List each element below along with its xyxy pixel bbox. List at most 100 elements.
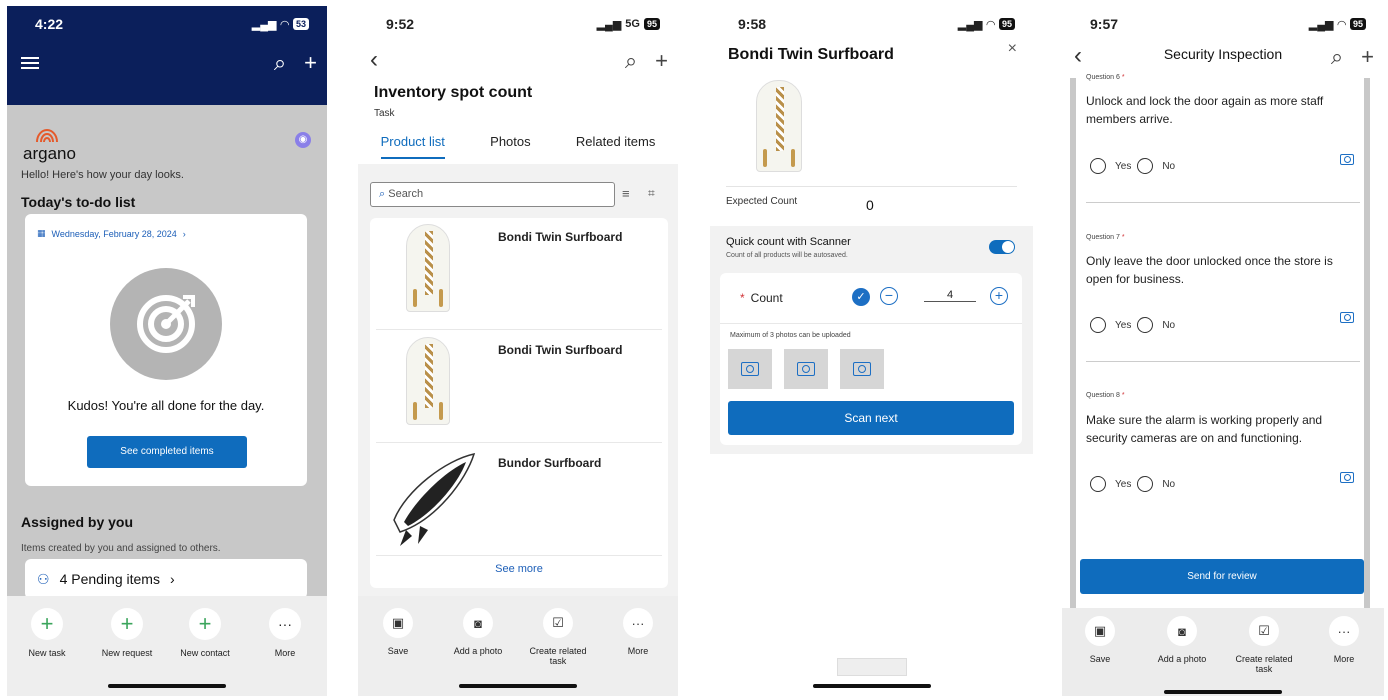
home-indicator: [812, 684, 931, 688]
confirm-check-icon[interactable]: ✓: [852, 288, 870, 306]
photo-slot-3[interactable]: [840, 349, 884, 389]
bottom-action-bar: + New task + New request + New contact ··· M…: [7, 596, 327, 696]
answer-radio-group: Yes No: [1090, 317, 1175, 333]
create-related-task-button[interactable]: ☑ Create related task: [1228, 616, 1300, 674]
question-label: Question 8 *: [1086, 392, 1125, 399]
new-task-button[interactable]: + New task: [11, 608, 83, 658]
battery-badge: 53: [292, 18, 309, 30]
increment-button[interactable]: +: [990, 287, 1008, 305]
new-contact-button[interactable]: + New contact: [169, 608, 241, 658]
scan-next-button[interactable]: Scan next: [728, 401, 1014, 435]
tab-product-list[interactable]: Product list: [380, 134, 445, 159]
phone-inventory-count: 9:52 ▂▄▆ 5G 95 ‹ ⌕ + Inventory spot count T…: [358, 6, 678, 696]
create-related-task-button[interactable]: ☑ Create related task: [522, 608, 594, 666]
yes-radio[interactable]: [1090, 317, 1106, 333]
status-bar: 4:22 ▂▄▆ ◠ 53: [7, 6, 327, 42]
status-time: 9:58: [738, 16, 767, 32]
more-icon: ···: [623, 608, 653, 638]
new-request-button[interactable]: + New request: [91, 608, 163, 658]
add-photo-button[interactable]: ◙ Add a photo: [442, 608, 514, 656]
battery-badge: 95: [643, 18, 660, 30]
home-indicator: [459, 684, 577, 688]
no-radio[interactable]: [1137, 317, 1154, 333]
yes-radio[interactable]: [1090, 476, 1106, 492]
quick-count-toggle[interactable]: [989, 240, 1015, 254]
add-photo-button[interactable]: ◙ Add a photo: [1146, 616, 1218, 664]
home-indicator: [108, 684, 226, 688]
save-button[interactable]: ▣ Save: [362, 608, 434, 656]
product-name: Bundor Surfboard: [498, 456, 602, 470]
more-button[interactable]: ··· More: [602, 608, 674, 656]
camera-icon: [1340, 472, 1354, 483]
more-icon: ···: [1329, 616, 1359, 646]
status-bar: 9:58 ▂▄▆ ◠ 95: [710, 6, 1033, 42]
search-icon[interactable]: ⌕: [1331, 44, 1343, 70]
close-icon[interactable]: ×: [1008, 40, 1017, 58]
scan-barcode-icon[interactable]: ⌗: [648, 186, 655, 201]
date-selector[interactable]: ▦ Wednesday, February 28, 2024 ›: [37, 228, 186, 239]
camera-icon: ◙: [1167, 616, 1197, 646]
camera-icon: ◙: [463, 608, 493, 638]
product-title: Bondi Twin Surfboard: [728, 46, 894, 63]
signal-icon: ▂▄▆: [251, 18, 277, 31]
filter-icon[interactable]: ≡: [622, 186, 630, 201]
quick-count-label: Quick count with Scanner: [726, 236, 851, 248]
date-label: Wednesday, February 28, 2024: [51, 228, 177, 239]
add-icon[interactable]: +: [655, 48, 668, 74]
hamburger-menu-icon[interactable]: [21, 54, 39, 72]
count-input[interactable]: 4: [924, 289, 976, 302]
search-icon[interactable]: ⌕: [274, 50, 286, 76]
see-completed-button[interactable]: See completed items: [87, 436, 247, 468]
add-icon[interactable]: +: [1361, 44, 1374, 70]
list-item[interactable]: Bondi Twin Surfboard: [376, 331, 662, 443]
phone-product-count: 9:58 ▂▄▆ ◠ 95 Bondi Twin Surfboard × Expec…: [710, 6, 1033, 696]
camera-icon: [853, 362, 871, 376]
divider: [1086, 202, 1360, 203]
add-icon[interactable]: +: [304, 50, 317, 76]
pending-items-row[interactable]: ⚇ 4 Pending items ›: [25, 559, 307, 599]
surfboard-image: [756, 80, 802, 172]
surfboard-image: [406, 337, 450, 425]
see-more-link[interactable]: See more: [370, 563, 668, 575]
plus-icon: +: [189, 608, 221, 640]
save-button[interactable]: ▣ Save: [1064, 616, 1136, 664]
more-button[interactable]: ··· More: [249, 608, 321, 658]
signal-icon: ▂▄▆: [596, 18, 622, 31]
tab-photos[interactable]: Photos: [490, 134, 530, 159]
scrollbar[interactable]: [1364, 78, 1370, 608]
send-for-review-button[interactable]: Send for review: [1080, 559, 1364, 594]
answer-radio-group: Yes No: [1090, 158, 1175, 174]
count-field-label: * Count: [740, 291, 783, 305]
save-icon: ▣: [383, 608, 413, 638]
status-bar: 9:57 ▂▄▆ ◠ 95: [1062, 6, 1384, 42]
plus-icon: +: [31, 608, 63, 640]
list-item[interactable]: Bundor Surfboard: [376, 444, 662, 556]
decrement-button[interactable]: −: [880, 287, 898, 305]
search-input[interactable]: ⌕ Search: [370, 182, 615, 207]
attach-photo-button[interactable]: [1340, 312, 1354, 323]
attach-photo-button[interactable]: [1340, 472, 1354, 483]
todo-heading: Today's to-do list: [21, 194, 136, 210]
back-chevron-icon[interactable]: ‹: [370, 46, 378, 74]
page-title: Inventory spot count: [374, 84, 533, 101]
status-time: 4:22: [35, 16, 64, 32]
page-thumbnails: [836, 658, 907, 676]
no-radio[interactable]: [1137, 158, 1154, 174]
attach-photo-button[interactable]: [1340, 154, 1354, 165]
photo-slot-1[interactable]: [728, 349, 772, 389]
battery-badge: 95: [998, 18, 1015, 30]
copilot-icon[interactable]: ◉: [295, 132, 311, 148]
quick-count-subtext: Count of all products will be autosaved.: [726, 252, 848, 259]
tab-related-items[interactable]: Related items: [576, 134, 655, 159]
status-time: 9:57: [1090, 16, 1119, 32]
status-bar: 9:52 ▂▄▆ 5G 95: [358, 6, 678, 42]
search-icon[interactable]: ⌕: [625, 48, 637, 74]
search-icon: ⌕: [379, 188, 386, 200]
list-item[interactable]: Bondi Twin Surfboard: [376, 218, 662, 330]
yes-radio[interactable]: [1090, 158, 1106, 174]
photo-slot-2[interactable]: [784, 349, 828, 389]
task-check-icon: ☑: [1249, 616, 1279, 646]
more-button[interactable]: ··· More: [1308, 616, 1380, 664]
no-radio[interactable]: [1137, 476, 1154, 492]
home-indicator: [1164, 690, 1282, 694]
